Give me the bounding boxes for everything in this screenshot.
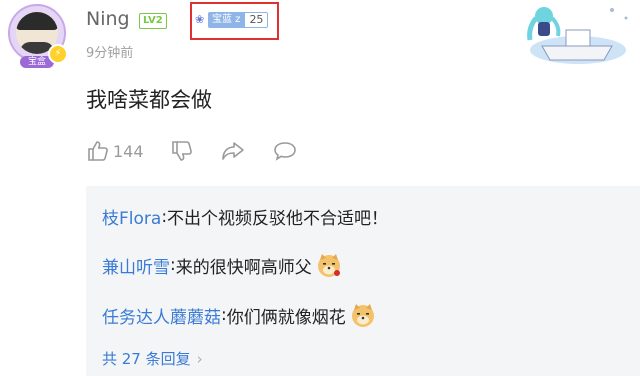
reply-text: 你们俩就像烟花 (226, 307, 346, 328)
highlight-box (190, 2, 279, 40)
reply-button[interactable] (272, 139, 298, 163)
doge-rose-emoji (317, 254, 340, 277)
decoration-sticker (527, 7, 628, 64)
reply-item[interactable]: 兼山听雪: 来的很快啊高师父 (102, 252, 342, 278)
level-badge: LV2 (139, 13, 167, 29)
reply-panel: 枝Flora: 不出个视频反驳他不合适吧！ 兼山听雪: 来的很快啊高师父 任务达… (86, 186, 640, 376)
doge-emoji (351, 304, 374, 327)
more-replies-label: 共 27 条回复 (102, 350, 191, 368)
dislike-icon (171, 141, 192, 161)
dislike-button[interactable] (170, 139, 194, 163)
reply-author[interactable]: 任务达人蘑蘑菇 (102, 303, 221, 328)
vip-bolt-icon: ⚡ (48, 44, 68, 64)
comment-time: 9分钟前 (86, 46, 134, 61)
reply-item[interactable]: 枝Flora: 不出个视频反驳他不合适吧！ (102, 204, 389, 230)
reply-author[interactable]: 兼山听雪 (102, 253, 170, 278)
avatar[interactable]: 宝盒 ⚡ (6, 4, 70, 68)
chevron-right-icon: › (196, 350, 203, 368)
reply-item[interactable]: 任务达人蘑蘑菇: 你们俩就像烟花 (102, 302, 376, 328)
share-button[interactable] (220, 139, 246, 163)
username[interactable]: Ning (86, 8, 130, 30)
comment-card: 宝盒 ⚡ Ning LV2 ❀ 宝蓝 z 25 9分钟前 我啥菜都会做 144 (0, 0, 640, 376)
view-more-replies[interactable]: 共 27 条回复 › (102, 348, 203, 369)
like-icon (88, 141, 108, 161)
reply-text: 来的很快啊高师父 (175, 257, 312, 278)
comment-text: 我啥菜都会做 (86, 88, 212, 112)
reply-author[interactable]: 枝Flora (102, 204, 161, 229)
reply-text: 不出个视频反驳他不合适吧！ (167, 209, 389, 229)
action-bar: 144 (86, 138, 324, 164)
comment-icon (273, 142, 296, 161)
share-icon (221, 142, 244, 160)
like-button[interactable]: 144 (86, 139, 144, 163)
like-count: 144 (113, 141, 144, 161)
